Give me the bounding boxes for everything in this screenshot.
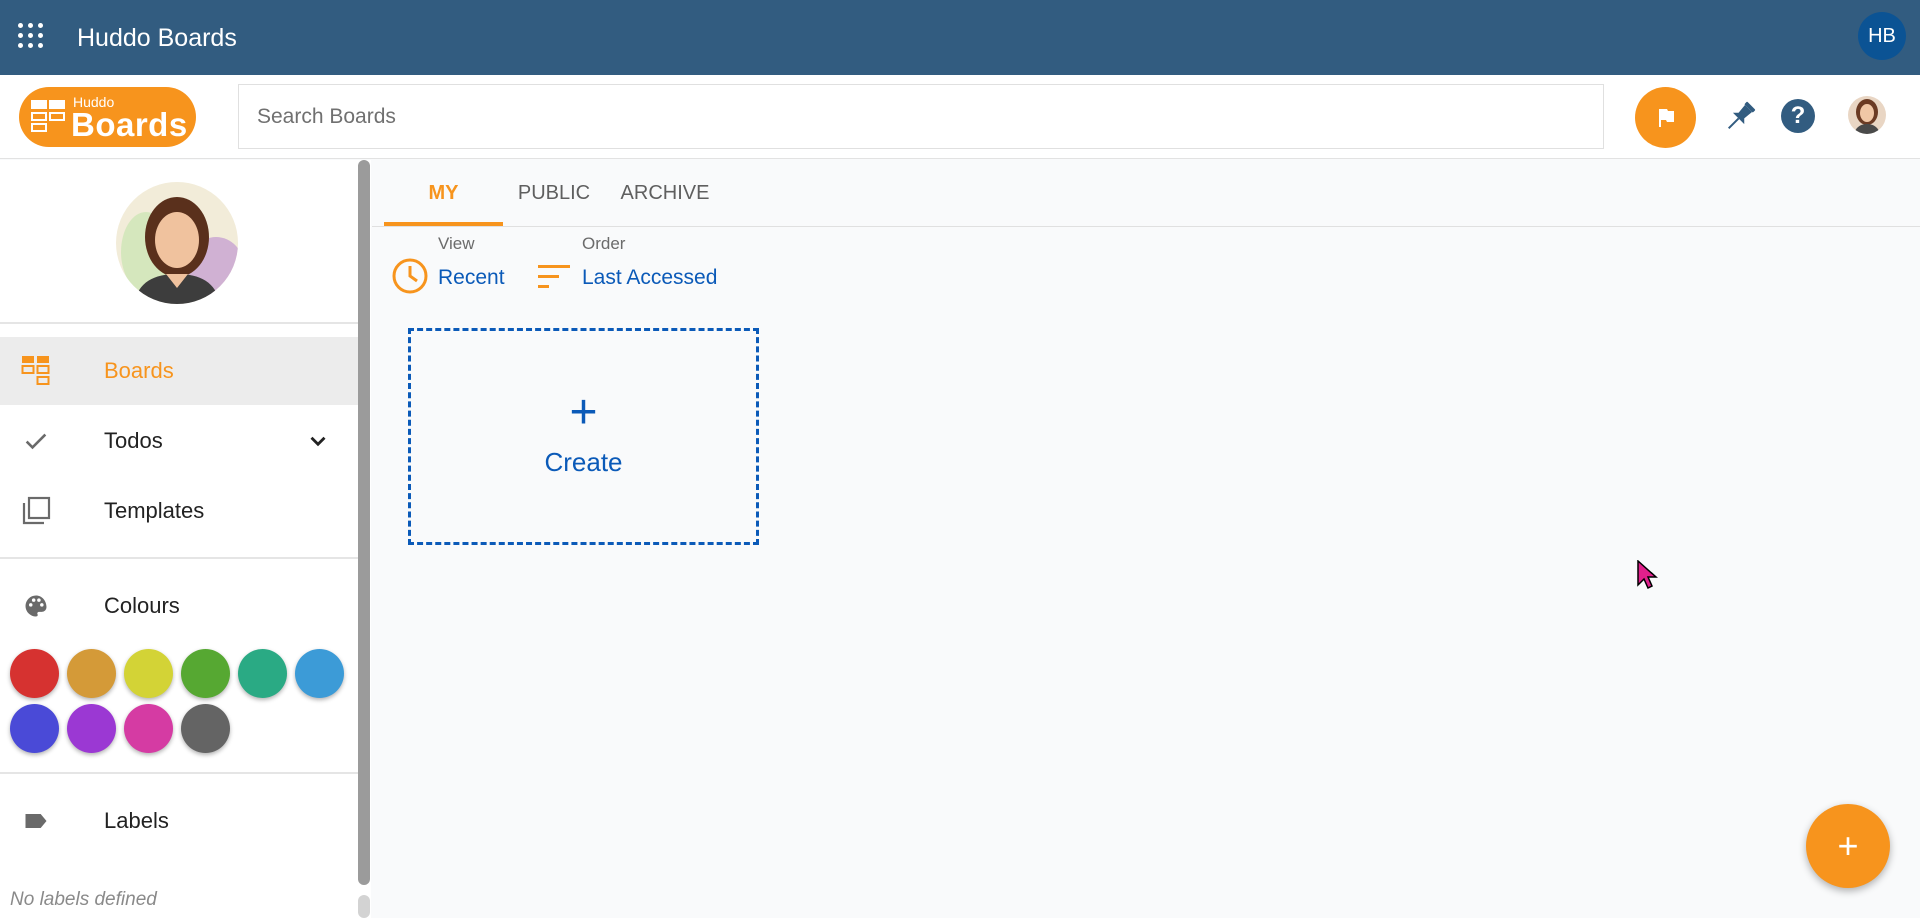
sort-icon[interactable]	[538, 262, 572, 290]
no-labels-text: No labels defined	[10, 889, 157, 910]
colour-swatch-pink[interactable]	[124, 704, 173, 753]
colour-swatch-yellow[interactable]	[124, 649, 173, 698]
clock-icon[interactable]	[391, 257, 429, 295]
user-avatar[interactable]	[1848, 96, 1886, 134]
sidebar-item-label: Boards	[104, 358, 174, 383]
sidebar-item-templates[interactable]: Templates	[0, 477, 358, 545]
colour-swatch-red[interactable]	[10, 649, 59, 698]
colour-swatch-grey[interactable]	[181, 704, 230, 753]
sidebar-item-label: Todos	[104, 428, 163, 453]
plus-icon: +	[569, 386, 598, 439]
create-label: Create	[544, 447, 623, 477]
colour-swatch-indigo[interactable]	[10, 704, 59, 753]
labels-header: Labels	[0, 787, 358, 855]
sidebar-divider	[0, 772, 358, 774]
label-icon	[20, 805, 52, 837]
sidebar-divider	[0, 322, 358, 324]
create-board-card[interactable]: + Create	[408, 328, 759, 545]
pin-icon	[1727, 101, 1756, 130]
sidebar-item-label: Templates	[104, 498, 205, 523]
chevron-down-icon[interactable]	[305, 428, 331, 454]
colour-swatch-purple[interactable]	[67, 704, 116, 753]
flag-icon	[1658, 108, 1674, 127]
templates-icon	[20, 495, 52, 527]
boards-logo-icon	[31, 100, 67, 134]
colour-swatch-green[interactable]	[181, 649, 230, 698]
order-label: Order	[582, 234, 626, 253]
sidebar-item-todos[interactable]: Todos	[0, 407, 358, 475]
sidebar-scrollbar[interactable]	[358, 160, 370, 885]
palette-icon	[20, 590, 52, 622]
top-app-bar: Huddo Boards HB	[0, 0, 1920, 75]
view-select[interactable]: Recent	[438, 266, 505, 290]
colour-swatch-blue[interactable]	[295, 649, 344, 698]
sidebar-item-boards[interactable]: Boards	[0, 337, 358, 405]
mouse-cursor-icon	[1637, 560, 1658, 590]
scrollbar-end	[358, 895, 370, 918]
board-tabs: MY PUBLIC ARCHIVE	[372, 160, 1920, 227]
tab-public[interactable]: PUBLIC	[503, 160, 605, 227]
active-tab-indicator	[384, 222, 503, 226]
pin-button[interactable]	[1720, 97, 1760, 137]
help-icon[interactable]: ?	[1781, 99, 1815, 133]
view-label: View	[438, 234, 475, 253]
apps-grid-icon[interactable]	[18, 23, 44, 49]
boards-icon	[20, 355, 52, 387]
toolbar: Huddo Boards ?	[0, 75, 1920, 159]
colours-header: Colours	[0, 572, 358, 640]
user-initials-avatar[interactable]: HB	[1858, 12, 1906, 60]
flag-button[interactable]	[1635, 87, 1696, 148]
search-input[interactable]	[238, 84, 1604, 149]
colour-swatch-orange[interactable]	[67, 649, 116, 698]
tab-my[interactable]: MY	[384, 160, 503, 227]
tab-archive[interactable]: ARCHIVE	[605, 160, 725, 227]
colour-swatch-teal[interactable]	[238, 649, 287, 698]
labels-label: Labels	[104, 808, 169, 833]
profile-photo	[116, 182, 238, 304]
huddo-boards-logo[interactable]: Huddo Boards	[19, 87, 196, 147]
order-select[interactable]: Last Accessed	[582, 266, 717, 290]
app-title: Huddo Boards	[77, 24, 237, 52]
check-icon	[20, 425, 52, 457]
colours-label: Colours	[104, 593, 180, 618]
logo-big-text: Boards	[71, 106, 188, 143]
sidebar-divider	[0, 557, 358, 559]
add-fab-button[interactable]: +	[1806, 804, 1890, 888]
